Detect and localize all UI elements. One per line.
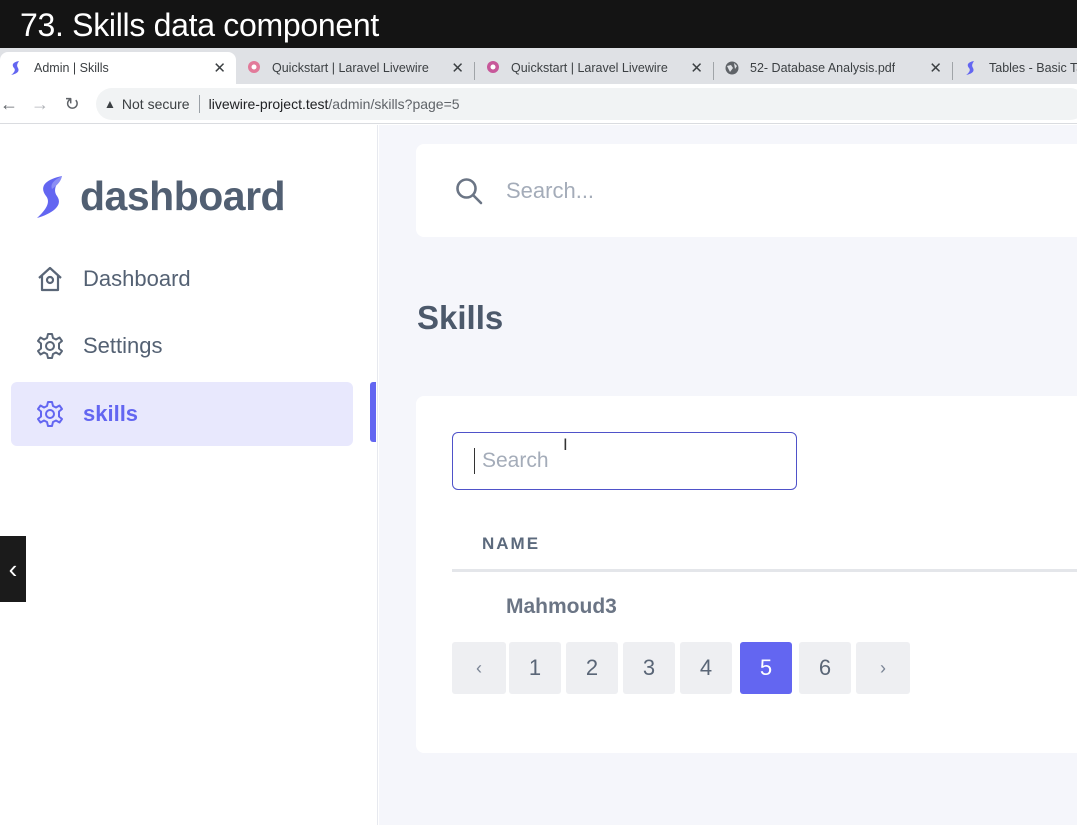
livewire-s-icon (966, 61, 974, 75)
pagination-page-2[interactable]: 2 (566, 642, 618, 694)
active-nav-indicator (370, 382, 376, 442)
security-label[interactable]: Not secure (122, 96, 190, 112)
address-bar[interactable]: ▲ Not secure livewire-project.test/admin… (96, 88, 1077, 120)
brand-name: dashboard (80, 173, 286, 219)
livewire-s-icon (11, 61, 19, 75)
main-content: Skills I NAME Mahmoud3 ‹ 1 2 3 4 5 6 › (379, 125, 1077, 825)
table-row: Mahmoud3 (452, 586, 1077, 630)
close-icon[interactable]: ✕ (929, 59, 942, 77)
close-icon[interactable]: ✕ (690, 59, 703, 77)
tab-livewire-1[interactable]: Quickstart | Laravel Livewire ✕ (246, 52, 474, 84)
tab-title: Quickstart | Laravel Livewire (511, 61, 668, 75)
globe-icon (725, 61, 739, 75)
browser-toolbar: ← → ↻ ▲ Not secure livewire-project.test… (0, 84, 1077, 124)
tab-title: Quickstart | Laravel Livewire (272, 61, 429, 75)
pagination-page-4[interactable]: 4 (680, 642, 732, 694)
close-icon[interactable]: ✕ (451, 59, 464, 77)
gear-icon (37, 333, 63, 359)
url-path: /admin/skills?page=5 (328, 96, 460, 112)
search-icon (456, 177, 483, 204)
collapse-sidebar-button[interactable]: ‹ (0, 536, 26, 602)
tab-tables[interactable]: Tables - Basic Tab (963, 52, 1077, 84)
pagination-next-button[interactable]: › (856, 642, 910, 694)
tab-livewire-2[interactable]: Quickstart | Laravel Livewire ✕ (485, 52, 713, 84)
header-search[interactable] (416, 144, 1077, 237)
back-arrow-icon[interactable]: ← (0, 92, 21, 116)
tab-admin-skills[interactable]: Admin | Skills ✕ (0, 52, 236, 84)
tab-separator (474, 62, 475, 80)
address-divider (198, 95, 200, 113)
forward-arrow-icon[interactable]: → (28, 92, 52, 116)
pagination-page-3[interactable]: 3 (623, 642, 675, 694)
page: dashboard Dashboard Settings skills ‹ Se… (0, 125, 1077, 825)
pagination-page-6[interactable]: 6 (799, 642, 851, 694)
livewire-eye-icon (487, 61, 499, 73)
pagination-page-1[interactable]: 1 (509, 642, 561, 694)
text-caret (474, 448, 475, 474)
sidebar-item-dashboard[interactable]: Dashboard (11, 247, 353, 311)
pagination-page-5-current[interactable]: 5 (740, 642, 792, 694)
skills-card: I NAME Mahmoud3 ‹ 1 2 3 4 5 6 › (416, 396, 1077, 753)
tab-database-pdf[interactable]: 52- Database Analysis.pdf ✕ (724, 52, 952, 84)
pagination-prev-button[interactable]: ‹ (452, 642, 506, 694)
skills-search-input[interactable] (482, 449, 772, 473)
mouse-cursor: I (563, 435, 568, 454)
warning-icon[interactable]: ▲ (104, 97, 116, 111)
tab-separator (952, 62, 953, 80)
livewire-eye-icon (248, 61, 260, 73)
browser-tab-strip: Admin | Skills ✕ Quickstart | Laravel Li… (0, 48, 1077, 84)
sidebar-item-label: Settings (83, 333, 163, 358)
tab-title: Admin | Skills (34, 61, 109, 75)
video-caption: 73. Skills data component (0, 0, 1077, 48)
skills-search-field[interactable] (452, 432, 797, 490)
column-header-name[interactable]: NAME (482, 534, 540, 554)
page-title: Skills (417, 299, 504, 336)
tab-title: 52- Database Analysis.pdf (750, 61, 896, 75)
tab-separator (713, 62, 714, 80)
sidebar-item-skills[interactable]: skills (11, 382, 353, 446)
sidebar-item-settings[interactable]: Settings (11, 314, 353, 378)
table-header: NAME (452, 530, 1077, 572)
brand-logo-icon (37, 175, 62, 218)
tab-title: Tables - Basic Tab (989, 61, 1077, 75)
skill-name-cell: Mahmoud3 (506, 595, 617, 618)
sidebar: dashboard Dashboard Settings skills ‹ (0, 125, 378, 825)
gear-icon (37, 401, 63, 427)
close-icon[interactable]: ✕ (213, 59, 226, 77)
home-icon (38, 266, 62, 292)
header-search-input[interactable] (506, 177, 906, 204)
url-host: livewire-project.test (208, 96, 329, 112)
sidebar-item-label: skills (83, 401, 139, 426)
sidebar-item-label: Dashboard (83, 266, 191, 291)
reload-icon[interactable]: ↻ (60, 92, 84, 116)
brand[interactable]: dashboard (34, 173, 286, 220)
